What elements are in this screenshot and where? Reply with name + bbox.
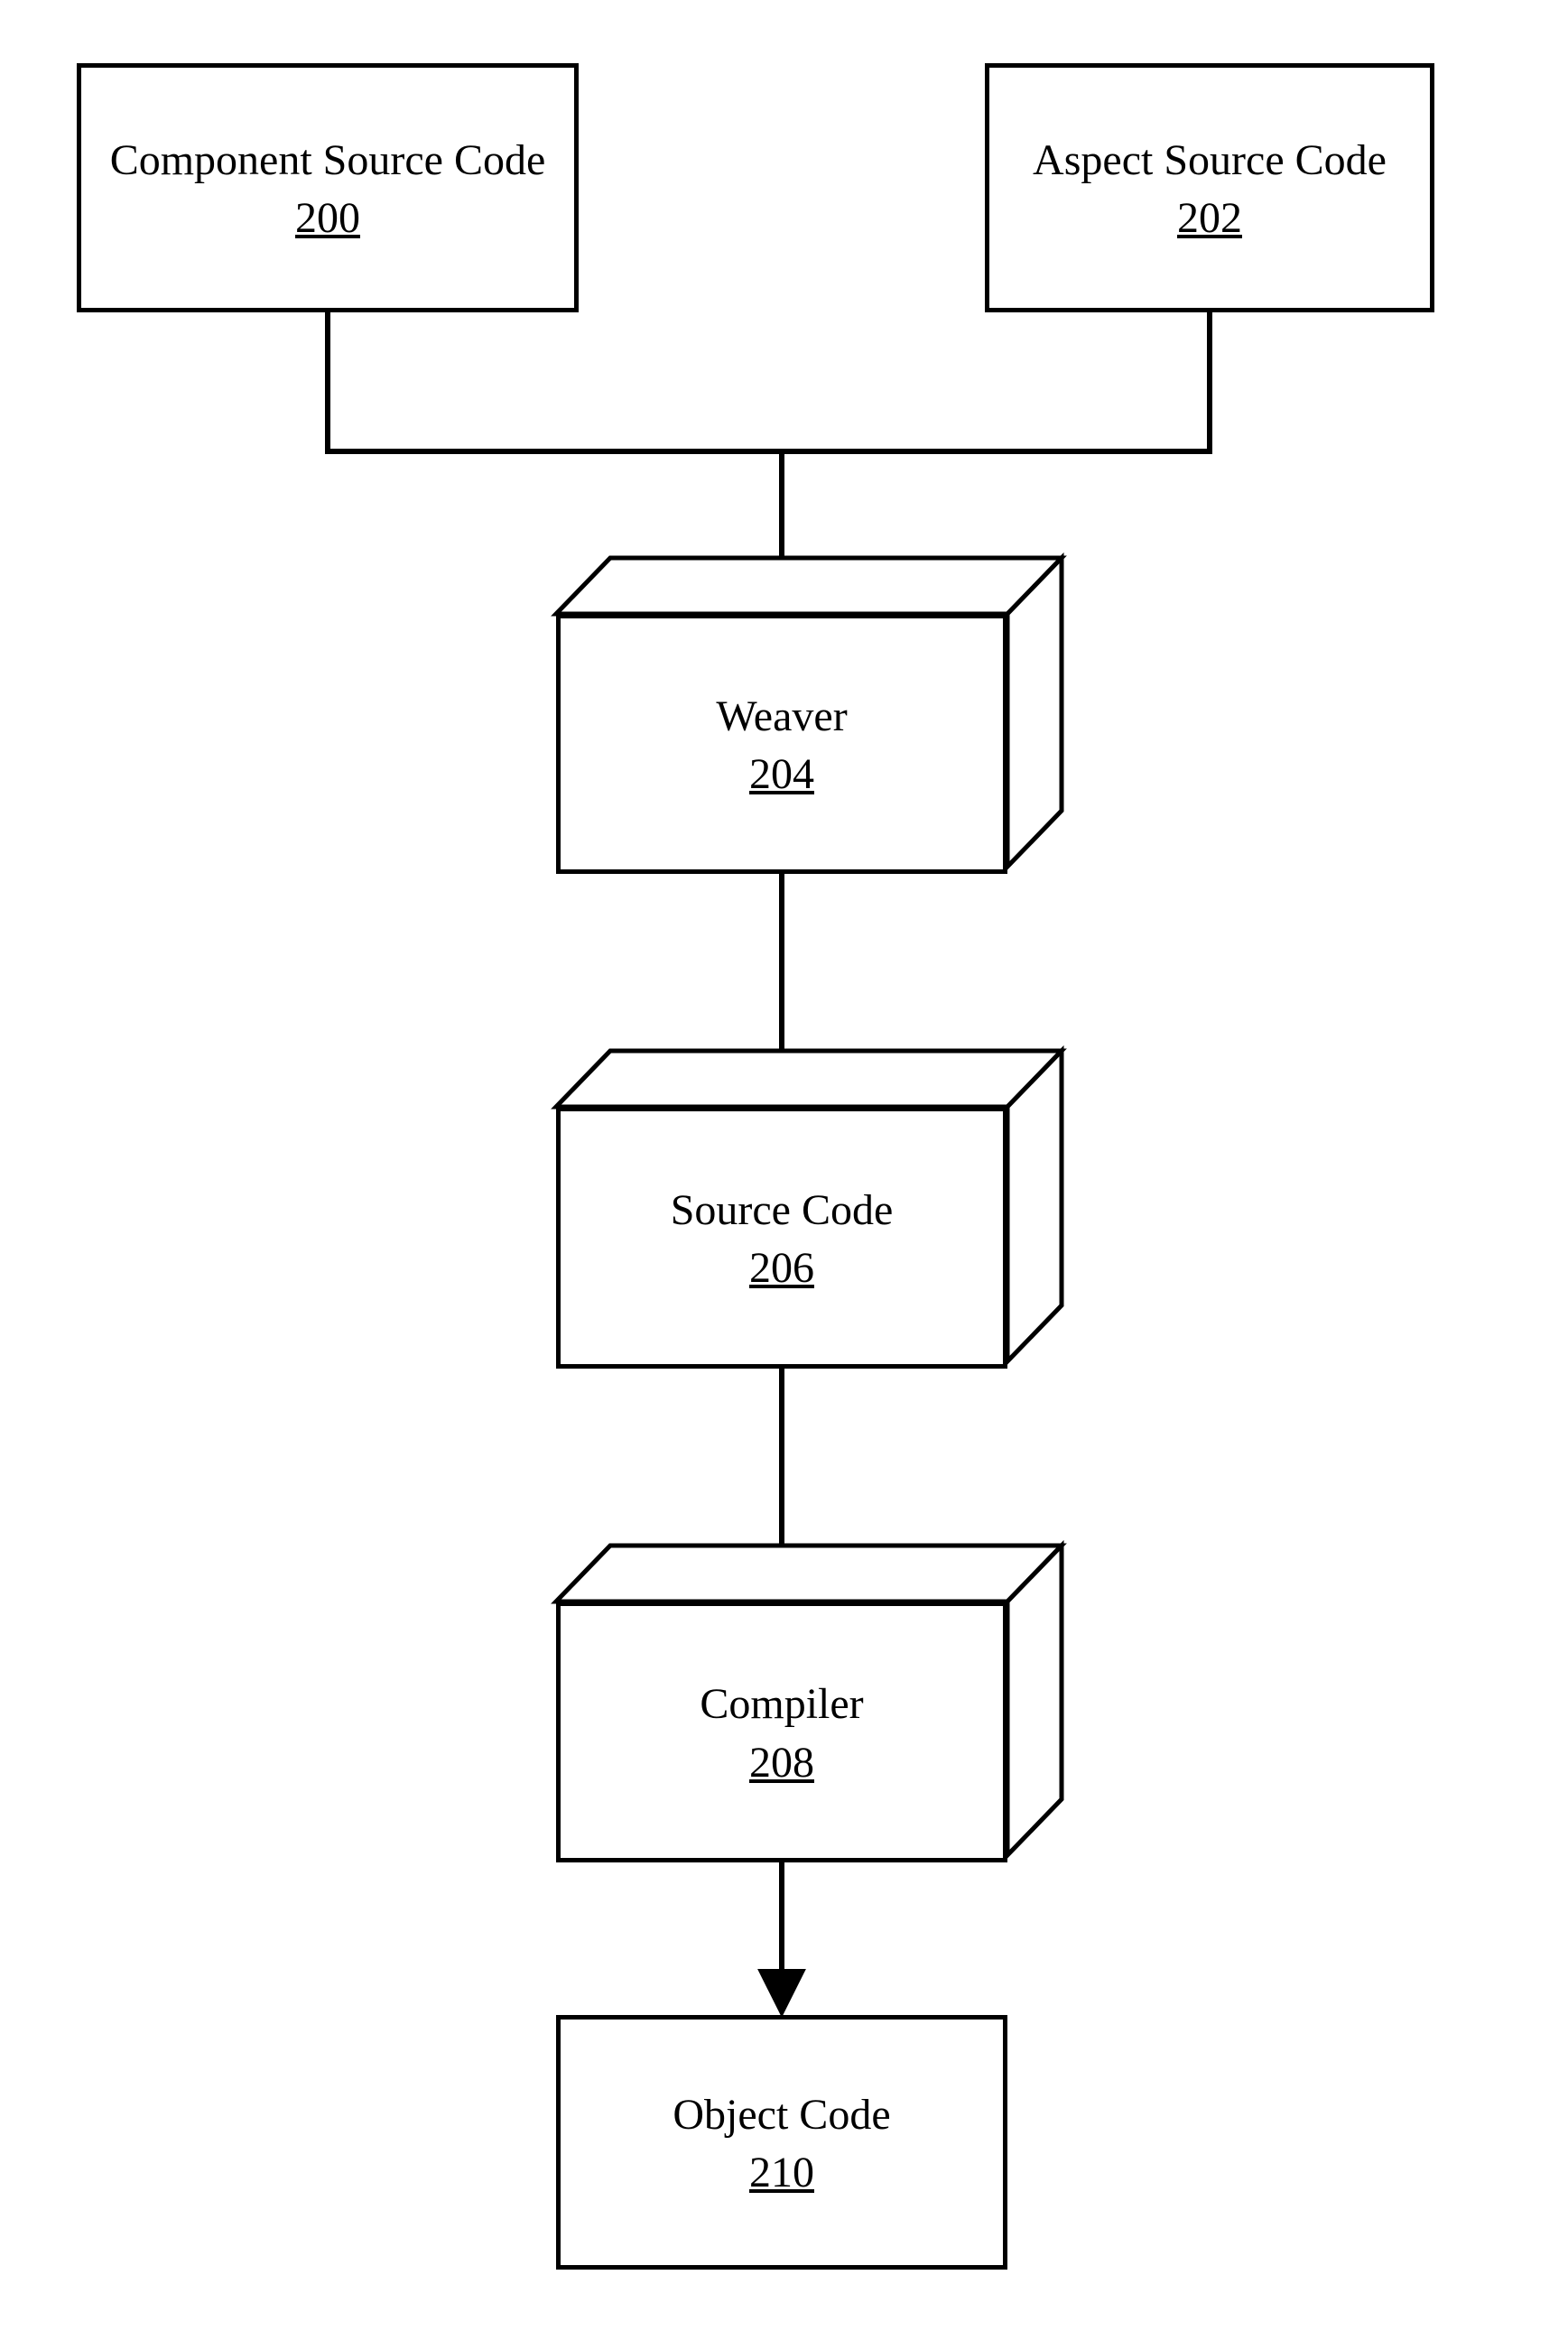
node-face: Source Code 206 — [556, 1107, 1007, 1369]
node-component-source-code: Component Source Code 200 — [77, 63, 579, 312]
node-id: 200 — [295, 193, 360, 243]
diagram-canvas: Component Source Code 200 Aspect Source … — [0, 0, 1568, 2340]
node-object-code: Object Code 210 — [556, 2015, 1007, 2270]
node-aspect-source-code: Aspect Source Code 202 — [985, 63, 1434, 312]
node-weaver: Weaver 204 — [556, 558, 1062, 874]
node-id: 202 — [1177, 193, 1242, 243]
node-id: 206 — [749, 1243, 814, 1293]
node-label: Aspect Source Code — [1033, 133, 1387, 188]
node-label: Component Source Code — [110, 133, 546, 188]
node-face: Compiler 208 — [556, 1602, 1007, 1862]
node-label: Compiler — [700, 1676, 863, 1732]
node-id: 210 — [749, 2148, 814, 2197]
node-label: Source Code — [671, 1183, 894, 1238]
node-label: Object Code — [673, 2087, 890, 2142]
node-face: Weaver 204 — [556, 614, 1007, 874]
node-source-code: Source Code 206 — [556, 1051, 1062, 1369]
node-label: Weaver — [716, 689, 847, 744]
node-id: 204 — [749, 749, 814, 799]
node-id: 208 — [749, 1738, 814, 1788]
node-compiler: Compiler 208 — [556, 1546, 1062, 1862]
